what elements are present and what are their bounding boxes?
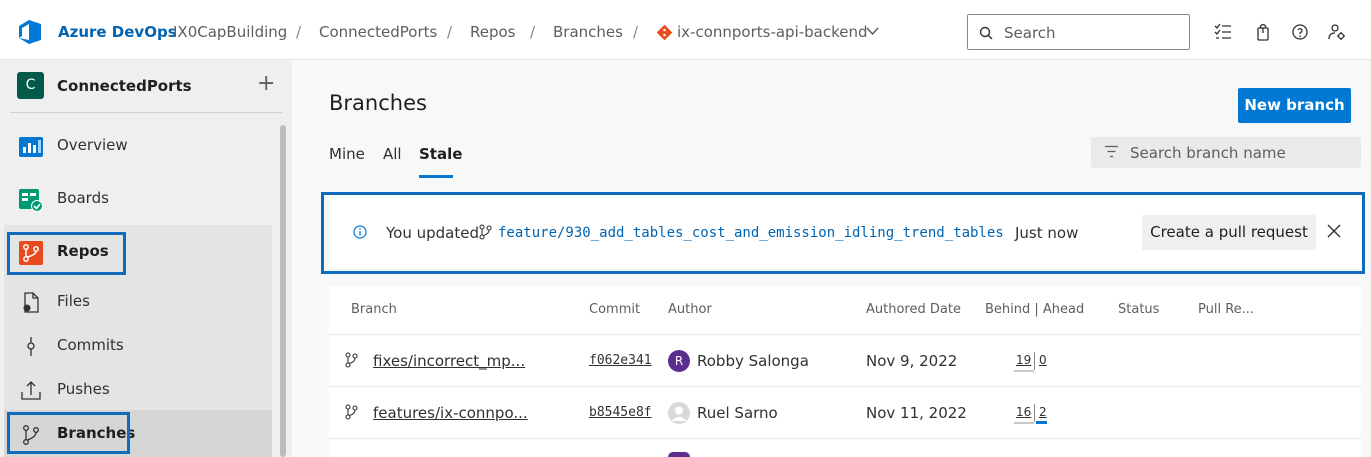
- column-header-pull-request[interactable]: Pull Re...: [1198, 302, 1254, 317]
- git-repo-icon: [657, 25, 672, 40]
- sidebar-item-label: Files: [57, 292, 90, 310]
- behind-ahead-divider: [1034, 404, 1035, 422]
- author-name: Robby Salonga: [697, 352, 809, 370]
- breadcrumb-repos[interactable]: Repos: [470, 23, 516, 41]
- divider: [10, 112, 282, 113]
- authored-date: Nov 9, 2022: [866, 352, 958, 370]
- highlight-banner: [321, 192, 1365, 274]
- project-header[interactable]: C ConnectedPorts +: [0, 60, 292, 112]
- breadcrumb-organization[interactable]: IX0CapBuilding: [173, 23, 287, 41]
- boards-icon: [19, 189, 43, 212]
- breadcrumb-repo-name[interactable]: ix-connports-api-backend: [677, 23, 868, 41]
- azure-devops-logo-icon[interactable]: [16, 18, 44, 46]
- sidebar-item-label: Pushes: [57, 380, 110, 398]
- column-header-commit[interactable]: Commit: [589, 302, 640, 317]
- search-placeholder: Search: [1004, 24, 1056, 42]
- commits-icon: [27, 337, 35, 356]
- sidebar-item-overview[interactable]: Overview: [4, 122, 272, 170]
- shopping-bag-icon[interactable]: [1254, 23, 1272, 41]
- ahead-count[interactable]: 2: [1039, 405, 1047, 419]
- user-settings-icon[interactable]: [1328, 23, 1346, 41]
- branch-name-link[interactable]: features/ix-connpo...: [373, 404, 528, 422]
- branch-icon: [345, 352, 358, 368]
- pushes-icon: [21, 381, 41, 400]
- breadcrumb-separator: /: [296, 23, 302, 41]
- chevron-down-icon[interactable]: [866, 27, 879, 36]
- highlight-branches: [7, 412, 130, 454]
- ahead-count[interactable]: 0: [1039, 353, 1047, 367]
- sidebar-scrollbar[interactable]: [280, 125, 286, 457]
- branch-name-link[interactable]: fixes/incorrect_mp...: [373, 352, 525, 370]
- new-branch-button[interactable]: New branch: [1238, 88, 1351, 123]
- breadcrumb-separator: /: [447, 23, 453, 41]
- column-header-behind-ahead[interactable]: Behind | Ahead: [985, 302, 1084, 317]
- project-name: ConnectedPorts: [57, 77, 192, 95]
- behind-ahead-divider: [1034, 352, 1035, 370]
- tab-mine[interactable]: Mine: [329, 145, 365, 163]
- commit-link[interactable]: b8545e8f: [589, 405, 652, 420]
- column-header-status[interactable]: Status: [1118, 302, 1159, 317]
- add-icon[interactable]: +: [257, 71, 275, 96]
- project-avatar: C: [17, 72, 44, 99]
- overview-icon: [19, 137, 43, 157]
- column-header-authored-date[interactable]: Authored Date: [866, 302, 961, 317]
- breadcrumb-separator: /: [530, 23, 536, 41]
- tab-all[interactable]: All: [383, 145, 402, 163]
- branch-search-input[interactable]: Search branch name: [1091, 137, 1361, 168]
- branch-search-placeholder: Search branch name: [1130, 144, 1286, 162]
- files-icon: [23, 292, 39, 313]
- tab-stale[interactable]: Stale: [419, 145, 462, 163]
- behind-count[interactable]: 19: [1016, 353, 1031, 367]
- behind-bar: [1014, 422, 1034, 424]
- top-bar: Azure DevOps IX0CapBuilding / ConnectedP…: [0, 0, 1371, 60]
- avatar: [668, 402, 690, 424]
- author-name: Ruel Sarno: [697, 404, 778, 422]
- behind-bar: [1014, 370, 1034, 372]
- sidebar-item-boards[interactable]: Boards: [4, 175, 272, 223]
- active-tab-indicator: [419, 175, 453, 178]
- commit-link[interactable]: f062e341: [589, 353, 652, 368]
- sidebar-item-label: Boards: [57, 189, 109, 207]
- breadcrumb-branches[interactable]: Branches: [553, 23, 623, 41]
- branch-icon: [345, 404, 358, 420]
- highlight-repos: [7, 232, 126, 275]
- search-input[interactable]: Search: [967, 14, 1190, 50]
- sidebar-item-label: Overview: [57, 136, 128, 154]
- avatar: [668, 452, 690, 457]
- authored-date: Nov 11, 2022: [866, 404, 967, 422]
- sidebar-item-commits[interactable]: Commits: [4, 322, 272, 370]
- breadcrumb-project[interactable]: ConnectedPorts: [319, 23, 437, 41]
- sidebar-item-files[interactable]: Files: [4, 278, 272, 326]
- ahead-bar: [1036, 421, 1047, 424]
- brand-name[interactable]: Azure DevOps: [58, 23, 177, 41]
- sidebar-item-label: Commits: [57, 336, 124, 354]
- help-icon[interactable]: [1291, 23, 1309, 41]
- column-header-branch[interactable]: Branch: [351, 302, 397, 317]
- breadcrumb-separator: /: [633, 23, 639, 41]
- search-icon: [979, 26, 993, 40]
- table-row[interactable]: [329, 438, 1361, 457]
- behind-count[interactable]: 16: [1016, 405, 1031, 419]
- filter-icon: [1105, 145, 1118, 158]
- page-title: Branches: [329, 91, 427, 115]
- avatar: R: [668, 350, 690, 372]
- task-list-icon[interactable]: [1214, 23, 1232, 41]
- sidebar-item-pushes[interactable]: Pushes: [4, 366, 272, 414]
- column-header-author[interactable]: Author: [668, 302, 712, 317]
